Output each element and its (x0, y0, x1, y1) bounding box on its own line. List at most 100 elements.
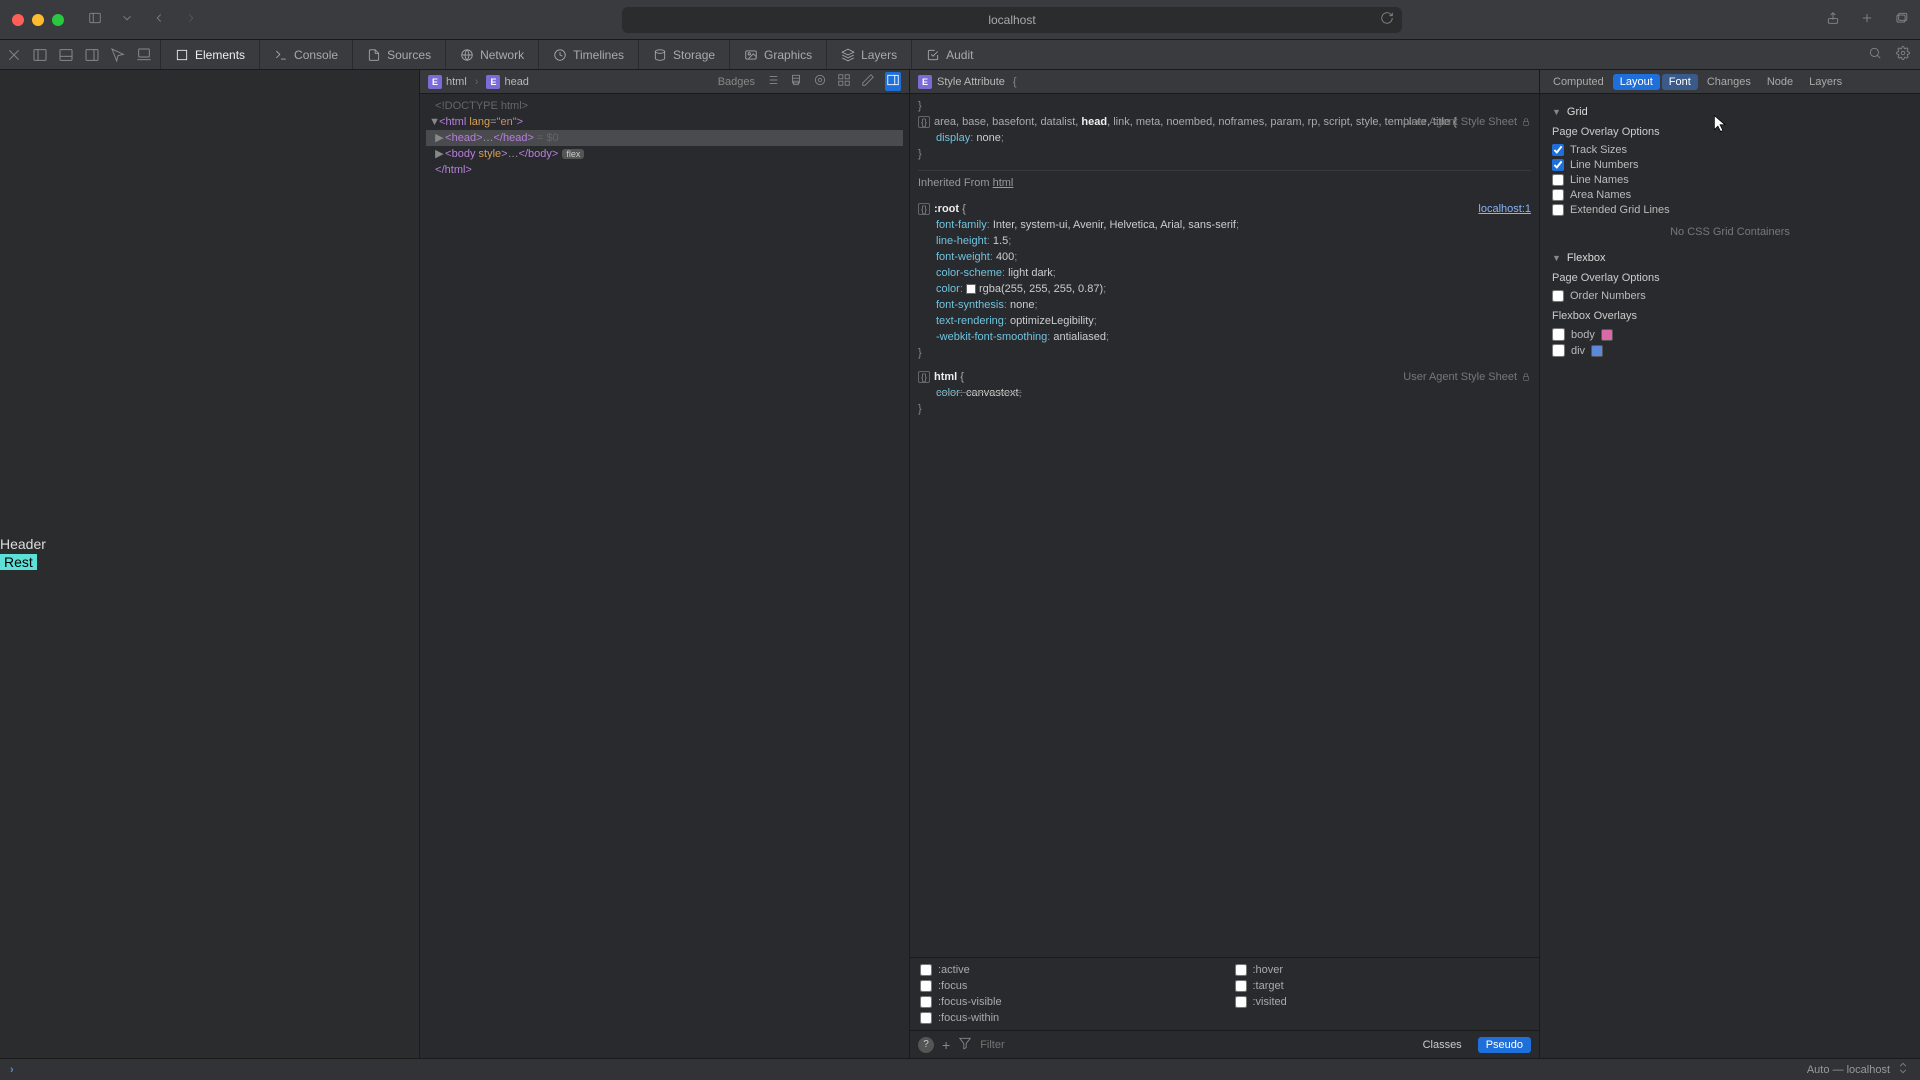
dock-left-icon[interactable] (32, 47, 48, 63)
chk-line-numbers[interactable]: Line Numbers (1552, 159, 1908, 171)
tab-network[interactable]: Network (445, 40, 538, 69)
source-link[interactable]: localhost:1 (1478, 201, 1531, 217)
dom-tree[interactable]: <!DOCTYPE html> ▼<html lang="en"> ▶<head… (420, 94, 909, 1058)
chk-track-sizes[interactable]: Track Sizes (1552, 144, 1908, 156)
tab-audit[interactable]: Audit (911, 40, 987, 69)
color-swatch-blue[interactable] (1591, 345, 1603, 357)
pseudo-hover[interactable]: :hover (1235, 964, 1530, 976)
dom-html-open[interactable]: ▼<html lang="en"> (426, 114, 903, 130)
rule-root[interactable]: localhost:1 {}:root { font-family: Inter… (918, 201, 1531, 361)
viewport-header-text: Header (0, 534, 46, 554)
details-subtabs: Computed Layout Font Changes Node Layers (1540, 70, 1920, 94)
subtab-changes[interactable]: Changes (1700, 74, 1758, 90)
tab-timelines[interactable]: Timelines (538, 40, 638, 69)
pseudo-visited[interactable]: :visited (1235, 996, 1530, 1008)
lock-icon (1521, 372, 1531, 382)
tab-console[interactable]: Console (259, 40, 352, 69)
flex-overlay-body[interactable]: body (1552, 328, 1908, 341)
dom-doctype[interactable]: <!DOCTYPE html> (426, 98, 903, 114)
window-titlebar: localhost (0, 0, 1920, 40)
chevron-down-icon[interactable] (120, 11, 134, 28)
minimize-window-button[interactable] (32, 14, 44, 26)
help-icon[interactable]: ? (918, 1037, 934, 1053)
edit-icon[interactable] (861, 73, 875, 90)
flex-overlay-div[interactable]: div (1552, 344, 1908, 357)
flexbox-section-header[interactable]: ▼Flexbox (1552, 252, 1908, 264)
chk-line-names[interactable]: Line Names (1552, 174, 1908, 186)
tabs-icon[interactable] (1894, 11, 1908, 28)
grid-empty-message: No CSS Grid Containers (1552, 226, 1908, 238)
grid-overlay-options-label: Page Overlay Options (1552, 126, 1908, 138)
close-devtools-icon[interactable] (6, 47, 22, 63)
status-right-label[interactable]: Auto — localhost (1807, 1064, 1890, 1076)
tab-sources[interactable]: Sources (352, 40, 445, 69)
chk-area-names[interactable]: Area Names (1552, 189, 1908, 201)
tab-graphics[interactable]: Graphics (729, 40, 826, 69)
console-prompt-icon[interactable]: › (10, 1064, 14, 1076)
pseudo-button[interactable]: Pseudo (1478, 1037, 1531, 1053)
fullscreen-window-button[interactable] (52, 14, 64, 26)
inherited-from-link[interactable]: html (993, 177, 1014, 189)
close-window-button[interactable] (12, 14, 24, 26)
pseudo-focus-visible[interactable]: :focus-visible (920, 996, 1215, 1008)
crumb-html[interactable]: Ehtml (428, 75, 467, 89)
lock-icon (1521, 117, 1531, 127)
dom-html-close[interactable]: </html> (426, 162, 903, 178)
pseudo-active[interactable]: :active (920, 964, 1215, 976)
dock-bottom-icon[interactable] (58, 47, 74, 63)
rule-user-agent-head[interactable]: User Agent Style Sheet {}area, base, bas… (918, 114, 1531, 162)
classes-button[interactable]: Classes (1415, 1037, 1470, 1053)
inherited-divider: Inherited From html (918, 170, 1531, 195)
subtab-layout[interactable]: Layout (1613, 74, 1660, 90)
dom-breadcrumb: Ehtml › Ehead Badges (420, 70, 909, 94)
device-icon[interactable] (136, 47, 152, 63)
color-swatch[interactable] (966, 284, 976, 294)
new-tab-icon[interactable] (1860, 11, 1874, 28)
dom-head[interactable]: ▶<head>…</head> = $0 (426, 130, 903, 146)
sidebar-icon[interactable] (88, 11, 102, 28)
subtab-node[interactable]: Node (1760, 74, 1800, 90)
devtools-tabbar: Elements Console Sources Network Timelin… (0, 40, 1920, 70)
styles-body[interactable]: } User Agent Style Sheet {}area, base, b… (910, 94, 1539, 957)
traffic-lights (12, 14, 64, 26)
add-rule-icon[interactable]: + (942, 1037, 950, 1053)
print-icon[interactable] (789, 73, 803, 90)
target-icon[interactable] (813, 73, 827, 90)
rule-html-ua[interactable]: User Agent Style Sheet {}html { color: c… (918, 369, 1531, 417)
crumb-head[interactable]: Ehead (486, 75, 528, 89)
url-bar[interactable]: localhost (622, 7, 1402, 33)
chk-order-numbers[interactable]: Order Numbers (1552, 290, 1908, 302)
styles-header-label: Style Attribute (937, 76, 1005, 88)
tab-layers[interactable]: Layers (826, 40, 911, 69)
flex-overlays-label: Flexbox Overlays (1552, 310, 1908, 322)
chk-extended-grid-lines[interactable]: Extended Grid Lines (1552, 204, 1908, 216)
layout-panel: ▼Grid Page Overlay Options Track Sizes L… (1540, 94, 1920, 1058)
reload-icon[interactable] (1380, 11, 1394, 28)
styles-header: E Style Attribute { (910, 70, 1539, 94)
share-icon[interactable] (1826, 11, 1840, 28)
tab-elements[interactable]: Elements (160, 40, 259, 69)
filter-input[interactable] (980, 1039, 1406, 1051)
subtab-font[interactable]: Font (1662, 74, 1698, 90)
badges-button[interactable]: Badges (718, 76, 755, 88)
dom-body[interactable]: ▶<body style>…</body>flex (426, 146, 903, 162)
grid-icon[interactable] (837, 73, 851, 90)
grid-section-header[interactable]: ▼Grid (1552, 106, 1908, 118)
pseudo-focus-within[interactable]: :focus-within (920, 1012, 1215, 1024)
tab-storage[interactable]: Storage (638, 40, 729, 69)
element-picker-icon[interactable] (110, 47, 126, 63)
subtab-computed[interactable]: Computed (1546, 74, 1611, 90)
subtab-layers[interactable]: Layers (1802, 74, 1849, 90)
console-statusbar: › Auto — localhost (0, 1058, 1920, 1080)
chevron-up-down-icon[interactable] (1896, 1061, 1910, 1078)
tree-icon[interactable] (765, 73, 779, 90)
page-viewport[interactable]: Header Rest (0, 70, 420, 1058)
dock-right-icon[interactable] (84, 47, 100, 63)
color-swatch-pink[interactable] (1601, 329, 1613, 341)
settings-icon[interactable] (1896, 46, 1910, 63)
search-icon[interactable] (1868, 46, 1882, 63)
back-button[interactable] (152, 11, 166, 28)
toggle-styles-icon[interactable] (885, 72, 901, 91)
pseudo-focus[interactable]: :focus (920, 980, 1215, 992)
pseudo-target[interactable]: :target (1235, 980, 1530, 992)
